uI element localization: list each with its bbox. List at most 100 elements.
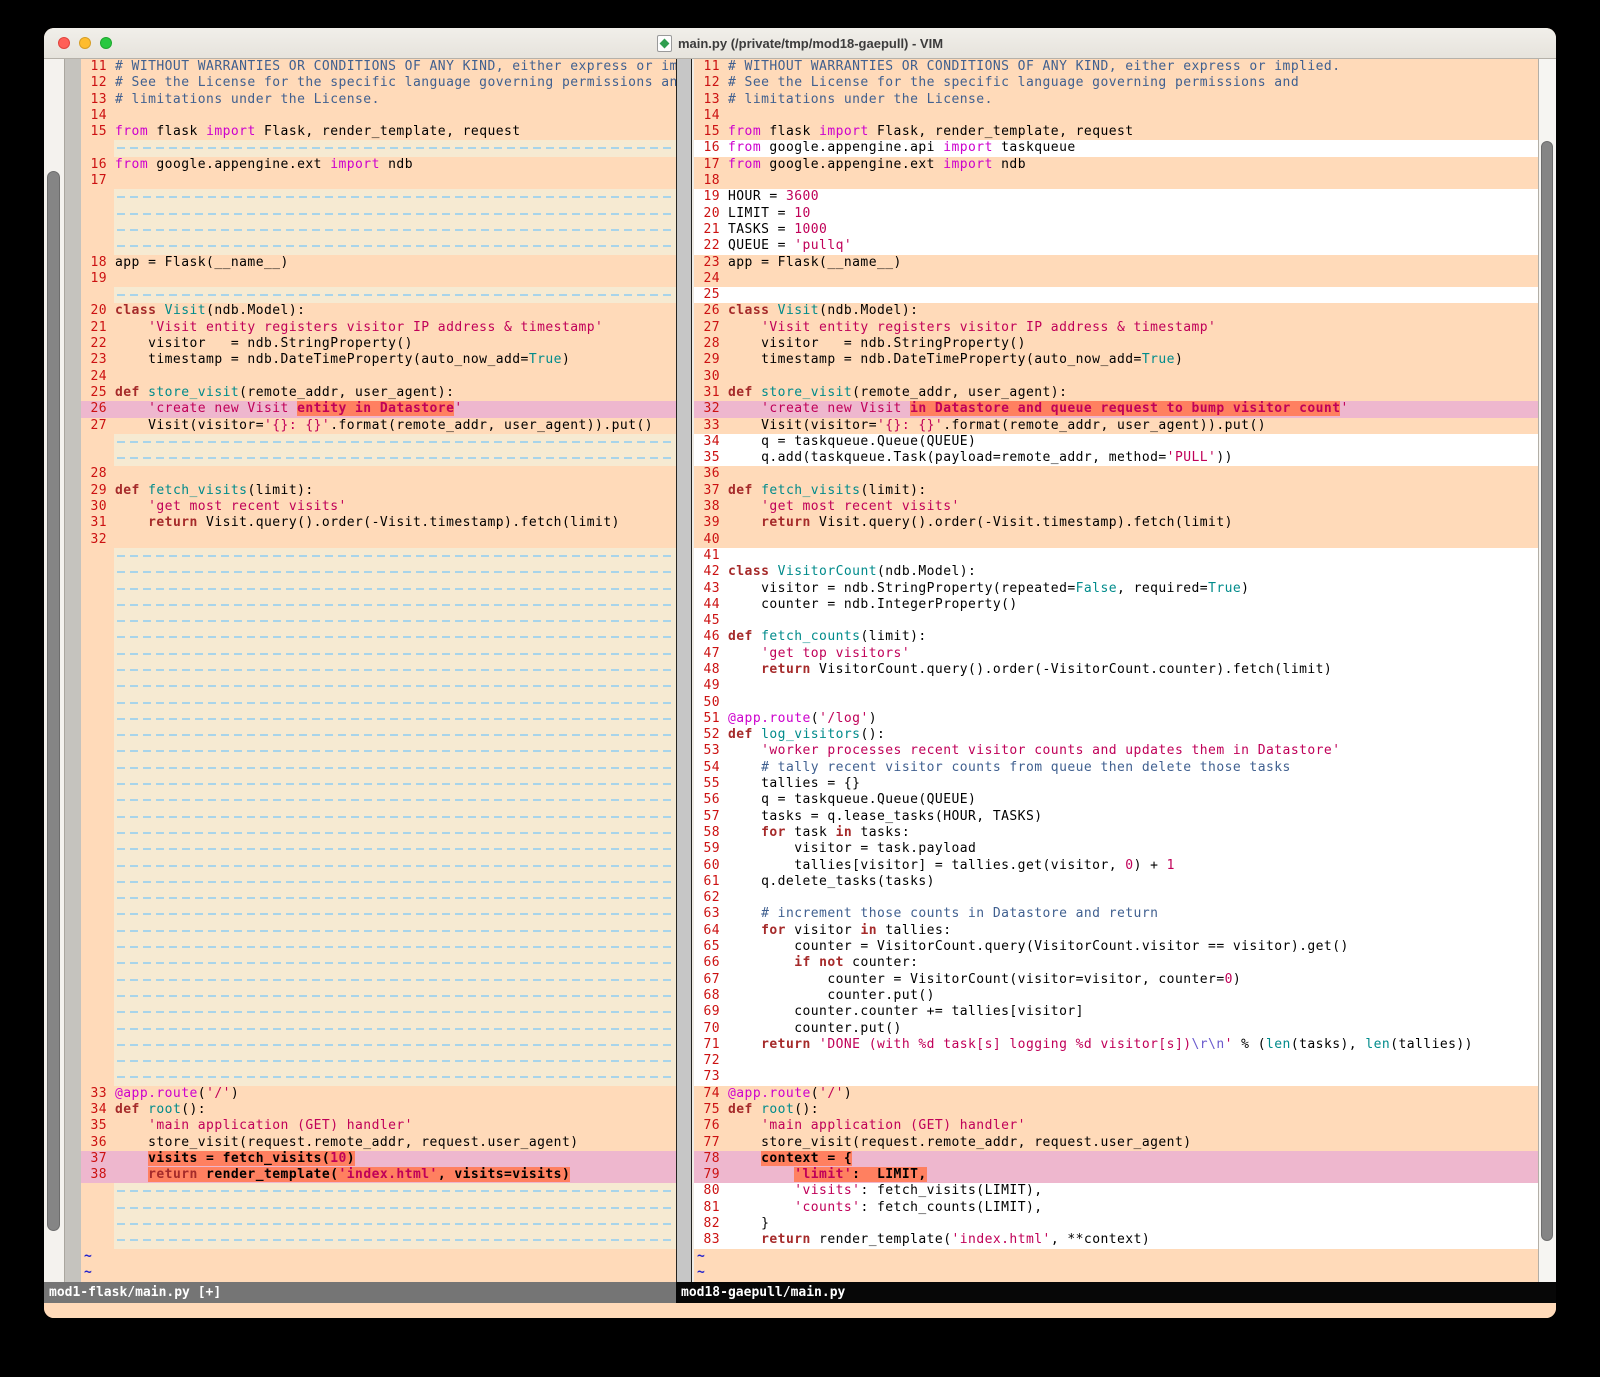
code-row[interactable]: 26class Visit(ndb.Model):: [694, 303, 1538, 319]
left-code-pane[interactable]: 11# WITHOUT WARRANTIES OR CONDITIONS OF …: [81, 59, 676, 1282]
code-row[interactable]: 24: [694, 271, 1538, 287]
code-row[interactable]: 40: [694, 532, 1538, 548]
code-row[interactable]: 36 store_visit(request.remote_addr, requ…: [81, 1135, 676, 1151]
code-row[interactable]: 34 q = taskqueue.Queue(QUEUE): [694, 434, 1538, 450]
code-row[interactable]: 64 for visitor in tallies:: [694, 923, 1538, 939]
code-row[interactable]: 18app = Flask(__name__): [81, 255, 676, 271]
code-row[interactable]: 58 for task in tasks:: [694, 825, 1538, 841]
code-row[interactable]: 60 tallies[visitor] = tallies.get(visito…: [694, 858, 1538, 874]
left-scrollbar-thumb[interactable]: [47, 171, 60, 1231]
code-row[interactable]: 47 'get top visitors': [694, 646, 1538, 662]
close-button[interactable]: [58, 37, 70, 49]
code-row[interactable]: 11# WITHOUT WARRANTIES OR CONDITIONS OF …: [81, 59, 676, 75]
code-row[interactable]: 83 return render_template('index.html', …: [694, 1232, 1538, 1248]
right-scrollbar-thumb[interactable]: [1541, 141, 1553, 1241]
code-row[interactable]: 45: [694, 613, 1538, 629]
code-row[interactable]: 38 return render_template('index.html', …: [81, 1167, 676, 1183]
code-row[interactable]: 19: [81, 271, 676, 287]
code-row[interactable]: 29 timestamp = ndb.DateTimeProperty(auto…: [694, 352, 1538, 368]
code-row[interactable]: 66 if not counter:: [694, 955, 1538, 971]
code-row[interactable]: 35 'main application (GET) handler': [81, 1118, 676, 1134]
code-row[interactable]: 39 return Visit.query().order(-Visit.tim…: [694, 515, 1538, 531]
code-row[interactable]: 55 tallies = {}: [694, 776, 1538, 792]
code-row[interactable]: 22 visitor = ndb.StringProperty(): [81, 336, 676, 352]
code-row[interactable]: 81 'counts': fetch_counts(LIMIT),: [694, 1200, 1538, 1216]
code-row[interactable]: 77 store_visit(request.remote_addr, requ…: [694, 1135, 1538, 1151]
vertical-split-divider[interactable]: [676, 59, 694, 1282]
code-row[interactable]: 33 Visit(visitor='{}: {}'.format(remote_…: [694, 418, 1538, 434]
code-row[interactable]: 17: [81, 173, 676, 189]
code-row[interactable]: 21 'Visit entity registers visitor IP ad…: [81, 320, 676, 336]
right-pane-scrollbar[interactable]: [1538, 59, 1556, 1282]
code-row[interactable]: 68 counter.put(): [694, 988, 1538, 1004]
code-row[interactable]: 61 q.delete_tasks(tasks): [694, 874, 1538, 890]
code-row[interactable]: 28 visitor = ndb.StringProperty(): [694, 336, 1538, 352]
code-row[interactable]: 14: [694, 108, 1538, 124]
code-row[interactable]: 54 # tally recent visitor counts from qu…: [694, 760, 1538, 776]
code-row[interactable]: 24: [81, 369, 676, 385]
code-row[interactable]: 13# limitations under the License.: [81, 92, 676, 108]
code-row[interactable]: 19HOUR = 3600: [694, 189, 1538, 205]
code-row[interactable]: 16from google.appengine.ext import ndb: [81, 157, 676, 173]
code-row[interactable]: 44 counter = ndb.IntegerProperty(): [694, 597, 1538, 613]
code-row[interactable]: 27 Visit(visitor='{}: {}'.format(remote_…: [81, 418, 676, 434]
code-row[interactable]: 26 'create new Visit entity in Datastore…: [81, 401, 676, 417]
code-row[interactable]: 37def fetch_visits(limit):: [694, 483, 1538, 499]
code-row[interactable]: 59 visitor = task.payload: [694, 841, 1538, 857]
code-row[interactable]: 57 tasks = q.lease_tasks(HOUR, TASKS): [694, 809, 1538, 825]
code-row[interactable]: 17from google.appengine.ext import ndb: [694, 157, 1538, 173]
code-row[interactable]: 82 }: [694, 1216, 1538, 1232]
code-row[interactable]: 49: [694, 678, 1538, 694]
code-row[interactable]: 52def log_visitors():: [694, 727, 1538, 743]
code-row[interactable]: 20LIMIT = 10: [694, 206, 1538, 222]
code-row[interactable]: 62: [694, 890, 1538, 906]
code-row[interactable]: 20class Visit(ndb.Model):: [81, 303, 676, 319]
code-row[interactable]: 50: [694, 695, 1538, 711]
code-row[interactable]: 76 'main application (GET) handler': [694, 1118, 1538, 1134]
code-row[interactable]: 78 context = {: [694, 1151, 1538, 1167]
code-row[interactable]: 74@app.route('/'): [694, 1086, 1538, 1102]
left-pane-scrollbar[interactable]: [44, 59, 65, 1282]
code-row[interactable]: 12# See the License for the specific lan…: [81, 75, 676, 91]
code-row[interactable]: 70 counter.put(): [694, 1021, 1538, 1037]
code-row[interactable]: 79 'limit': LIMIT,: [694, 1167, 1538, 1183]
code-row[interactable]: 31def store_visit(remote_addr, user_agen…: [694, 385, 1538, 401]
right-code-pane[interactable]: 11# WITHOUT WARRANTIES OR CONDITIONS OF …: [694, 59, 1538, 1282]
code-row[interactable]: 46def fetch_counts(limit):: [694, 629, 1538, 645]
code-row[interactable]: 51@app.route('/log'): [694, 711, 1538, 727]
code-row[interactable]: 32: [81, 532, 676, 548]
code-row[interactable]: 33@app.route('/'): [81, 1086, 676, 1102]
code-row[interactable]: 69 counter.counter += tallies[visitor]: [694, 1004, 1538, 1020]
code-row[interactable]: 67 counter = VisitorCount(visitor=visito…: [694, 972, 1538, 988]
code-row[interactable]: 71 return 'DONE (with %d task[s] logging…: [694, 1037, 1538, 1053]
code-row[interactable]: 32 'create new Visit in Datastore and qu…: [694, 401, 1538, 417]
code-row[interactable]: 15from flask import Flask, render_templa…: [81, 124, 676, 140]
zoom-button[interactable]: [100, 37, 112, 49]
code-row[interactable]: 72: [694, 1053, 1538, 1069]
code-row[interactable]: 22QUEUE = 'pullq': [694, 238, 1538, 254]
code-row[interactable]: 43 visitor = ndb.StringProperty(repeated…: [694, 581, 1538, 597]
code-row[interactable]: 12# See the License for the specific lan…: [694, 75, 1538, 91]
code-row[interactable]: 28: [81, 466, 676, 482]
code-row[interactable]: 75def root():: [694, 1102, 1538, 1118]
code-row[interactable]: 13# limitations under the License.: [694, 92, 1538, 108]
code-row[interactable]: 34def root():: [81, 1102, 676, 1118]
code-row[interactable]: 36: [694, 466, 1538, 482]
code-row[interactable]: 56 q = taskqueue.Queue(QUEUE): [694, 792, 1538, 808]
code-row[interactable]: 38 'get most recent visits': [694, 499, 1538, 515]
minimize-button[interactable]: [79, 37, 91, 49]
code-row[interactable]: 65 counter = VisitorCount.query(VisitorC…: [694, 939, 1538, 955]
code-row[interactable]: 31 return Visit.query().order(-Visit.tim…: [81, 515, 676, 531]
code-row[interactable]: 25: [694, 287, 1538, 303]
code-row[interactable]: 23 timestamp = ndb.DateTimeProperty(auto…: [81, 352, 676, 368]
code-row[interactable]: 73: [694, 1069, 1538, 1085]
code-row[interactable]: 53 'worker processes recent visitor coun…: [694, 743, 1538, 759]
code-row[interactable]: 15from flask import Flask, render_templa…: [694, 124, 1538, 140]
code-row[interactable]: 35 q.add(taskqueue.Task(payload=remote_a…: [694, 450, 1538, 466]
code-row[interactable]: 27 'Visit entity registers visitor IP ad…: [694, 320, 1538, 336]
code-row[interactable]: 23app = Flask(__name__): [694, 255, 1538, 271]
code-row[interactable]: 37 visits = fetch_visits(10): [81, 1151, 676, 1167]
code-row[interactable]: 14: [81, 108, 676, 124]
code-row[interactable]: 25def store_visit(remote_addr, user_agen…: [81, 385, 676, 401]
code-row[interactable]: 30: [694, 369, 1538, 385]
